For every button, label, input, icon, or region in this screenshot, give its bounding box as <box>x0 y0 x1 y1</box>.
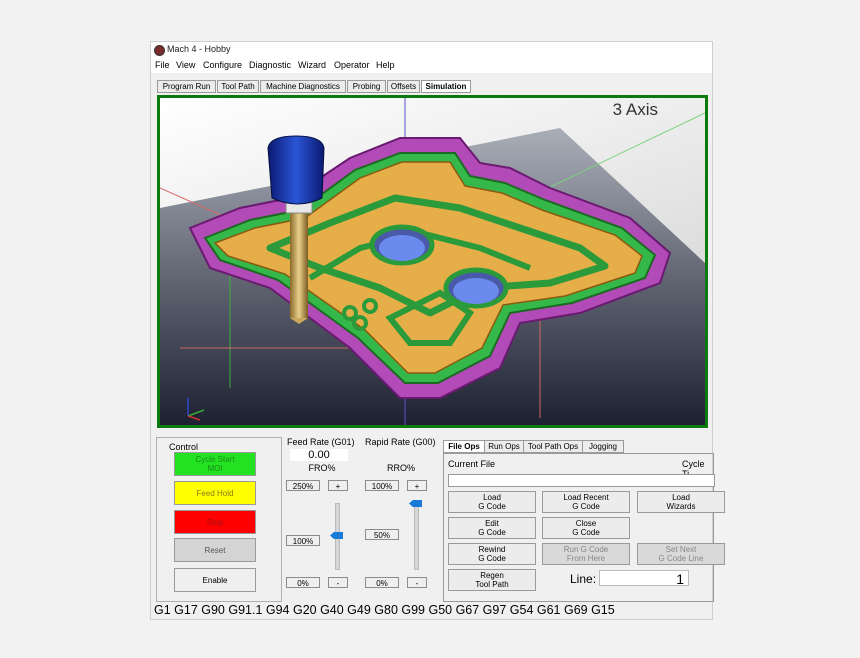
load-wizards-button[interactable]: Load Wizards <box>637 491 725 513</box>
fro-max-button[interactable]: 250% <box>286 480 320 491</box>
axis-mode-label: 3 Axis <box>612 100 658 119</box>
tab-run-ops[interactable]: Run Ops <box>484 440 524 453</box>
fro-plus-button[interactable]: + <box>328 480 348 491</box>
app-icon <box>154 45 165 56</box>
load-recent-gcode-button[interactable]: Load Recent G Code <box>542 491 630 513</box>
tab-jogging[interactable]: Jogging <box>582 440 624 453</box>
feed-hold-button[interactable]: Feed Hold <box>174 481 256 505</box>
control-label: Control <box>168 442 200 452</box>
tab-tool-path[interactable]: Tool Path <box>217 80 259 93</box>
tab-file-ops[interactable]: File Ops <box>443 440 485 453</box>
rro-minus-button[interactable]: - <box>407 577 427 588</box>
rapid-rate-label: Rapid Rate (G00) <box>365 437 436 447</box>
tab-probing[interactable]: Probing <box>347 80 386 93</box>
run-from-here-button[interactable]: Run G Code From Here <box>542 543 630 565</box>
menu-file[interactable]: File <box>155 60 170 70</box>
cycle-start-button[interactable]: Cycle Start MOI <box>174 452 256 476</box>
menu-view[interactable]: View <box>176 60 195 70</box>
mach4-window: Mach 4 - Hobby File View Configure Diagn… <box>150 41 725 620</box>
set-next-line-button[interactable]: Set Next G Code Line <box>637 543 725 565</box>
menu-help[interactable]: Help <box>376 60 395 70</box>
enable-button[interactable]: Enable <box>174 568 256 592</box>
current-file-field <box>448 474 715 487</box>
tab-tool-path-ops[interactable]: Tool Path Ops <box>523 440 583 453</box>
rro-slider-track[interactable] <box>414 500 419 570</box>
tab-offsets[interactable]: Offsets <box>387 80 420 93</box>
file-ops-panel: Current File Cycle Ti LoadG Code Load Re… <box>443 453 725 602</box>
fro-min-button[interactable]: 0% <box>286 577 320 588</box>
tab-program-run[interactable]: Program Run <box>157 80 216 93</box>
feed-rate-panel: Feed Rate (G01) 0.00 FRO% 250% + 100% 0%… <box>284 437 360 600</box>
regen-toolpath-button[interactable]: Regen Tool Path <box>448 569 536 591</box>
toolpath-3d-render <box>160 98 705 425</box>
menu-configure[interactable]: Configure <box>203 60 242 70</box>
fro-slider-thumb[interactable] <box>330 532 343 539</box>
line-number-field[interactable]: 1 <box>599 570 689 587</box>
active-gcodes-status: G1 G17 G90 G91.1 G94 G20 G40 G49 G80 G99… <box>154 603 615 617</box>
rro-current-value: 50% <box>365 529 399 540</box>
load-gcode-button[interactable]: Load G Code <box>448 491 536 513</box>
window-title: Mach 4 - Hobby <box>167 44 231 54</box>
stop-button[interactable]: Stop <box>174 510 256 534</box>
rro-min-button[interactable]: 0% <box>365 577 399 588</box>
menu-diagnostic[interactable]: Diagnostic <box>249 60 291 70</box>
rro-plus-button[interactable]: + <box>407 480 427 491</box>
simulation-view[interactable]: 3 Axis <box>157 95 708 428</box>
menu-bar: File View Configure Diagnostic Wizard Op… <box>151 58 712 73</box>
rro-max-button[interactable]: 100% <box>365 480 399 491</box>
rapid-rate-panel: Rapid Rate (G00) RRO% 100% + 50% 0% - <box>363 437 439 600</box>
tab-simulation[interactable]: Simulation <box>421 80 471 93</box>
close-gcode-button[interactable]: Close G Code <box>542 517 630 539</box>
rro-label: RRO% <box>386 463 415 473</box>
feed-rate-value: 0.00 <box>290 449 348 461</box>
rro-slider-thumb[interactable] <box>409 500 422 507</box>
fro-minus-button[interactable]: - <box>328 577 348 588</box>
line-label: Line: <box>570 572 597 586</box>
reset-button[interactable]: Reset <box>174 538 256 562</box>
tab-machine-diagnostics[interactable]: Machine Diagnostics <box>260 80 346 93</box>
current-file-label: Current File <box>448 459 496 469</box>
feed-rate-label: Feed Rate (G01) <box>287 437 355 447</box>
menu-operator[interactable]: Operator <box>334 60 370 70</box>
title-bar: Mach 4 - Hobby <box>151 42 712 58</box>
fro-label: FRO% <box>308 463 336 473</box>
rewind-gcode-button[interactable]: Rewind G Code <box>448 543 536 565</box>
menu-wizard[interactable]: Wizard <box>298 60 326 70</box>
edit-gcode-button[interactable]: Edit G Code <box>448 517 536 539</box>
fro-current-value: 100% <box>286 535 320 546</box>
